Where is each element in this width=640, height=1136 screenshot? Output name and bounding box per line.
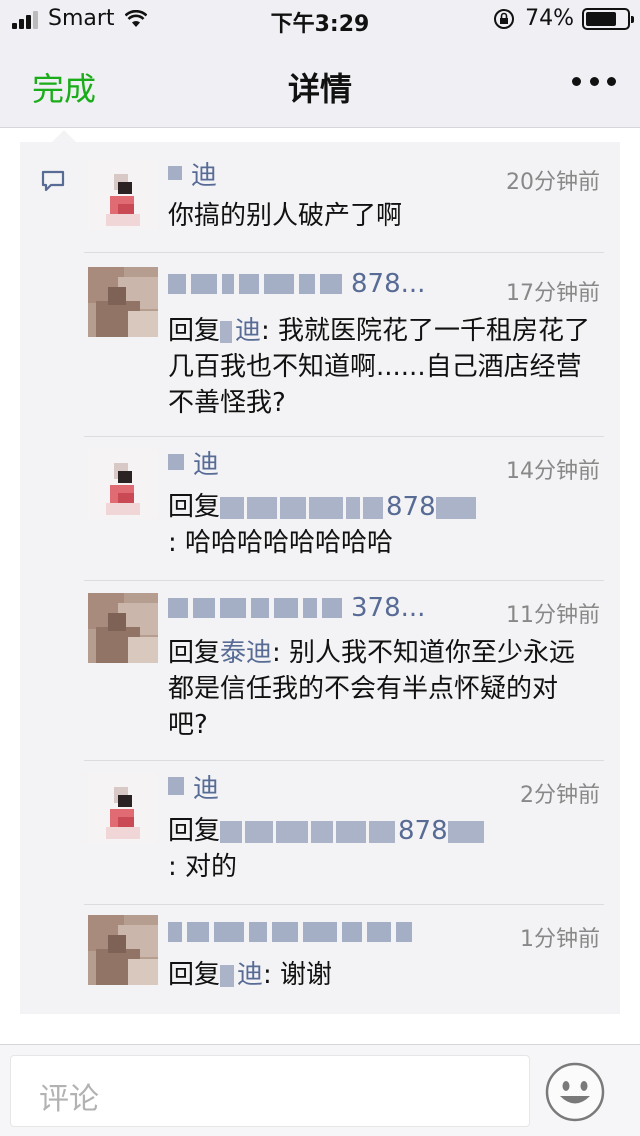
comment-input-bar: 评论 — [0, 1044, 640, 1136]
comment-text: 回复 878 : 哈哈哈哈哈哈哈哈 — [168, 489, 592, 561]
avatar[interactable] — [88, 773, 158, 843]
battery-percent: 74% — [525, 6, 574, 31]
commenter-name[interactable]: 378... — [168, 595, 425, 621]
comment-time: 17分钟前 — [506, 281, 600, 306]
comment-item[interactable]: 迪 14分钟前 回复 878 : 哈哈哈哈哈哈哈哈 — [84, 436, 604, 580]
comment-text: 回复泰迪: 别人我不知道你至少永远都是信任我的不会有半点怀疑的对吧? — [168, 635, 592, 743]
avatar[interactable] — [88, 267, 158, 337]
emoji-icon[interactable] — [544, 1061, 606, 1123]
reply-body: : 谢谢 — [263, 960, 333, 990]
status-right: 74% — [493, 6, 634, 31]
avatar[interactable] — [88, 915, 158, 985]
reply-prefix: 回复 — [168, 492, 221, 522]
comment-item[interactable]: 迪 20分钟前 你搞的别人破产了啊 — [84, 156, 604, 266]
avatar[interactable] — [88, 449, 158, 519]
reply-target-name[interactable]: 878 — [386, 492, 436, 522]
comment-text: 你搞的别人破产了啊 — [168, 201, 403, 231]
commenter-name[interactable]: 878... — [168, 271, 425, 297]
commenter-name[interactable]: 迪 — [168, 160, 217, 186]
page-title: 详情 — [287, 70, 352, 108]
reply-target-name[interactable]: 迪 — [235, 316, 261, 346]
comment-time: 11分钟前 — [506, 603, 600, 628]
reply-prefix: 回复 — [168, 816, 221, 846]
rotation-lock-icon — [493, 8, 515, 30]
reply-prefix: 回复 — [168, 960, 221, 990]
reply-prefix: 回复 — [168, 316, 221, 346]
comment-item[interactable]: 878... 17分钟前 回复 迪: 我就医院花了一千租房花了几百我也不知道啊..… — [84, 252, 604, 436]
more-icon[interactable] — [572, 66, 616, 96]
commenter-name[interactable] — [168, 919, 421, 945]
comment-text: 回复 迪: 谢谢 — [168, 957, 592, 993]
avatar[interactable] — [88, 593, 158, 663]
reply-body: : 哈哈哈哈哈哈哈哈 — [168, 528, 394, 558]
commenter-name[interactable]: 迪 — [168, 773, 219, 799]
reply-target-name[interactable]: 泰迪 — [220, 638, 272, 668]
battery-icon — [582, 7, 634, 30]
comment-time: 1分钟前 — [520, 927, 600, 952]
status-bar: Smart 下午3:29 74% — [0, 0, 640, 40]
comment-time: 2分钟前 — [520, 783, 600, 808]
comment-item[interactable]: 迪 2分钟前 回复 878 : 对的 — [84, 760, 604, 904]
avatar[interactable] — [88, 160, 158, 230]
comment-item[interactable]: 1分钟前 回复 迪: 谢谢 — [84, 904, 604, 1014]
commenter-name[interactable]: 迪 — [168, 449, 219, 475]
reply-target-name[interactable]: 迪 — [237, 960, 263, 990]
comment-time: 20分钟前 — [506, 170, 600, 195]
comment-text: 回复 878 : 对的 — [168, 813, 592, 885]
comment-text: 回复 迪: 我就医院花了一千租房花了几百我也不知道啊......自己酒店经营不善怪… — [168, 313, 592, 421]
comment-item[interactable]: 378... 11分钟前 回复泰迪: 别人我不知道你至少永远都是信任我的不会有半… — [84, 580, 604, 760]
reply-body: : 对的 — [168, 852, 238, 882]
comment-input[interactable]: 评论 — [10, 1055, 530, 1127]
comments-panel: 迪 20分钟前 你搞的别人破产了啊 878... 17分钟前 回复 迪: 我就医院… — [20, 130, 620, 1014]
reply-target-name[interactable]: 878 — [398, 816, 448, 846]
comment-icon — [40, 168, 66, 194]
comment-time: 14分钟前 — [506, 459, 600, 484]
nav-bar: 完成 详情 — [0, 40, 640, 128]
blurred-name — [220, 320, 233, 343]
reply-prefix: 回复 — [168, 638, 221, 668]
